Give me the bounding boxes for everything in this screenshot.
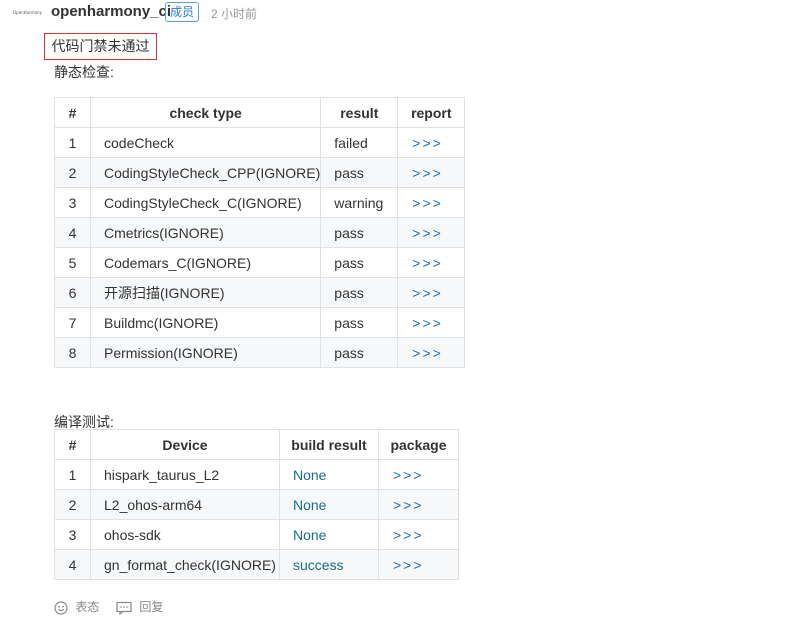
member-badge: 成员: [165, 2, 200, 22]
table-header-row: # Device build result package: [54, 429, 459, 460]
row-index: 2: [54, 157, 91, 188]
timestamp[interactable]: 2 小时前: [211, 5, 257, 22]
check-type: CodingStyleCheck_CPP(IGNORE): [89, 157, 322, 188]
table-row: 6 开源扫描(IGNORE) pass >>>: [54, 277, 466, 308]
row-index: 7: [54, 307, 91, 338]
build-result: None: [279, 459, 379, 490]
row-index: 8: [54, 337, 91, 368]
table-row: 5 Codemars_C(IGNORE) pass >>>: [54, 247, 466, 278]
report-link[interactable]: >>>: [397, 277, 466, 308]
build-result: None: [279, 519, 379, 550]
report-link[interactable]: >>>: [397, 307, 466, 338]
row-index: 2: [54, 489, 91, 520]
row-index: 1: [54, 459, 91, 490]
row-index: 4: [54, 217, 91, 248]
react-label: 表态: [75, 600, 100, 614]
column-header-package: package: [378, 429, 459, 460]
table-row: 3 CodingStyleCheck_C(IGNORE) warning >>>: [54, 187, 466, 218]
build-test-table: # Device build result package 1 hispark_…: [54, 429, 459, 580]
device-name: L2_ohos-arm64: [90, 489, 280, 520]
check-type: Cmetrics(IGNORE): [89, 217, 322, 248]
column-header-build-result: build result: [279, 429, 379, 460]
comment-header: OpenHarmony openharmony_ci 成员 2 小时前: [0, 0, 797, 26]
report-link[interactable]: >>>: [397, 187, 466, 218]
reply-button[interactable]: 回复: [116, 598, 163, 616]
static-check-table: # check type result report 1 codeCheck f…: [54, 97, 466, 368]
row-index: 3: [54, 187, 91, 218]
check-result: pass: [320, 157, 399, 188]
check-type: Permission(IGNORE): [89, 337, 322, 368]
package-link[interactable]: >>>: [378, 489, 459, 520]
reply-label: 回复: [139, 600, 164, 614]
column-header-result: result: [320, 97, 399, 128]
row-index: 6: [54, 277, 91, 308]
row-index: 3: [54, 519, 91, 550]
table-row: 8 Permission(IGNORE) pass >>>: [54, 337, 466, 368]
check-type: CodingStyleCheck_C(IGNORE): [89, 187, 322, 218]
column-header-index: #: [54, 429, 91, 460]
column-header-device: Device: [90, 429, 280, 460]
check-result: pass: [320, 277, 399, 308]
check-result: warning: [320, 187, 399, 218]
report-link[interactable]: >>>: [397, 127, 466, 158]
check-type: 开源扫描(IGNORE): [89, 277, 322, 308]
author-name[interactable]: openharmony_ci: [51, 3, 171, 20]
table-row: 2 L2_ohos-arm64 None >>>: [54, 489, 459, 520]
check-result: failed: [320, 127, 399, 158]
table-header-row: # check type result report: [54, 97, 466, 128]
column-header-check-type: check type: [89, 97, 322, 128]
build-result: success: [279, 549, 379, 580]
comment-icon: [116, 600, 135, 616]
check-result: pass: [320, 337, 399, 368]
row-index: 1: [54, 127, 91, 158]
table-row: 3 ohos-sdk None >>>: [54, 519, 459, 550]
table-row: 7 Buildmc(IGNORE) pass >>>: [54, 307, 466, 338]
check-result: pass: [320, 307, 399, 338]
table-row: 1 hispark_taurus_L2 None >>>: [54, 459, 459, 490]
react-button[interactable]: 表态: [54, 598, 99, 616]
report-link[interactable]: >>>: [397, 247, 466, 278]
report-link[interactable]: >>>: [397, 217, 466, 248]
check-type: Buildmc(IGNORE): [89, 307, 322, 338]
report-link[interactable]: >>>: [397, 157, 466, 188]
device-name: hispark_taurus_L2: [90, 459, 280, 490]
gate-status-label: 代码门禁未通过: [44, 33, 157, 60]
row-index: 5: [54, 247, 91, 278]
table-row: 4 Cmetrics(IGNORE) pass >>>: [54, 217, 466, 248]
check-type: Codemars_C(IGNORE): [89, 247, 322, 278]
table-row: 2 CodingStyleCheck_CPP(IGNORE) pass >>>: [54, 157, 466, 188]
check-result: pass: [320, 247, 399, 278]
static-check-title: 静态检查:: [54, 64, 114, 80]
package-link[interactable]: >>>: [378, 519, 459, 550]
device-name: gn_format_check(IGNORE): [90, 549, 280, 580]
column-header-report: report: [397, 97, 466, 128]
build-result: None: [279, 489, 379, 520]
table-row: 1 codeCheck failed >>>: [54, 127, 466, 158]
package-link[interactable]: >>>: [378, 459, 459, 490]
check-type: codeCheck: [89, 127, 322, 158]
report-link[interactable]: >>>: [397, 337, 466, 368]
check-result: pass: [320, 217, 399, 248]
column-header-index: #: [54, 97, 91, 128]
package-link[interactable]: >>>: [378, 549, 459, 580]
smiley-icon: [54, 600, 71, 615]
device-name: ohos-sdk: [90, 519, 280, 550]
table-row: 4 gn_format_check(IGNORE) success >>>: [54, 549, 459, 580]
avatar[interactable]: OpenHarmony: [13, 9, 43, 17]
row-index: 4: [54, 549, 91, 580]
